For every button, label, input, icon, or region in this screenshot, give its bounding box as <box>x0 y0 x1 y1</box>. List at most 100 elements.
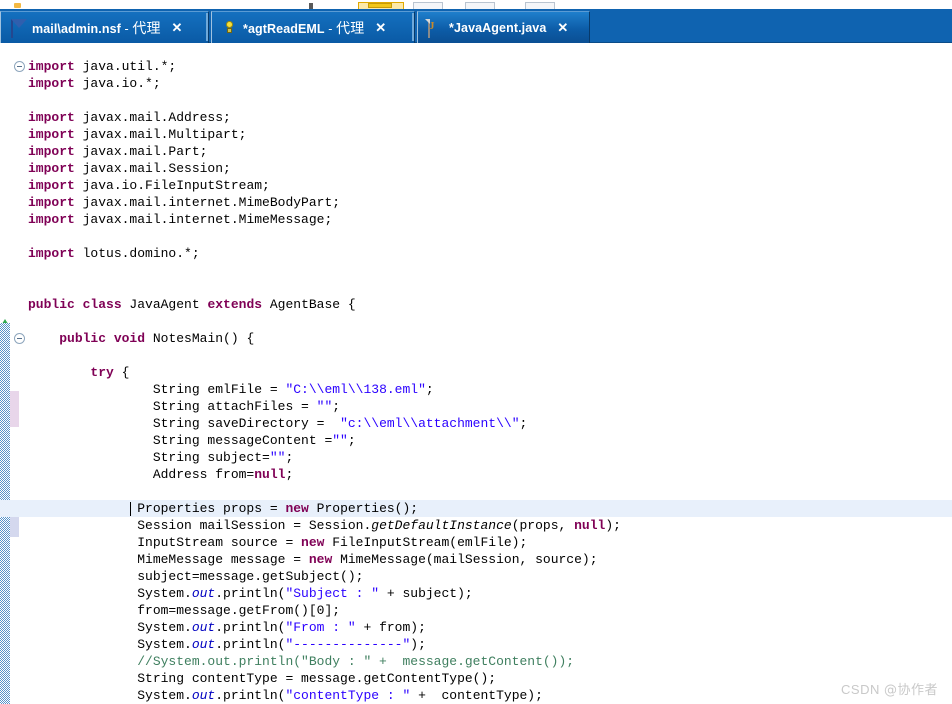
code-token-plain: javax.mail.Address; <box>74 110 231 125</box>
code-line-text: import java.io.FileInputStream; <box>28 177 270 194</box>
code-line[interactable]: import javax.mail.Address; <box>0 109 952 126</box>
code-token-kw: public class <box>28 297 122 312</box>
code-line[interactable] <box>0 279 952 296</box>
code-token-plain: MimeMessage(mailSession, source); <box>332 552 598 567</box>
code-line[interactable]: public class JavaAgent extends AgentBase… <box>0 296 952 313</box>
code-token-kw: import <box>28 212 75 227</box>
code-line-text: System.out.println("--------------"); <box>28 636 426 653</box>
code-line-text: import javax.mail.Session; <box>28 160 231 177</box>
code-line[interactable] <box>0 313 952 330</box>
code-token-plain: ; <box>425 382 434 397</box>
code-token-plain: NotesMain() { <box>145 331 255 346</box>
code-line-text: public class JavaAgent extends AgentBase… <box>28 296 356 313</box>
toolbar-button-fragment-3[interactable] <box>413 2 443 9</box>
code-line[interactable]: InputStream source = new FileInputStream… <box>0 534 952 551</box>
code-line[interactable]: from=message.getFrom()[0]; <box>0 602 952 619</box>
code-token-plain: .println( <box>215 637 286 652</box>
code-line[interactable]: String saveDirectory = "c:\\eml\\attachm… <box>0 415 952 432</box>
code-line[interactable]: System.out.println("From : " + from); <box>0 619 952 636</box>
code-line[interactable]: import java.io.*; <box>0 75 952 92</box>
code-line[interactable]: public void NotesMain() { <box>0 330 952 347</box>
code-token-plain: Properties props = <box>28 501 286 516</box>
code-line[interactable]: String messageContent =""; <box>0 432 952 449</box>
code-line[interactable]: System.out.println("--------------"); <box>0 636 952 653</box>
tab-close-button[interactable]: ✕ <box>375 21 386 34</box>
code-editor[interactable]: import java.util.*; import java.io.*; imp… <box>0 43 952 704</box>
code-line-text: public void NotesMain() { <box>28 330 254 347</box>
code-token-plain: String attachFiles = <box>28 399 317 414</box>
code-line[interactable]: String emlFile = "C:\\eml\\138.eml"; <box>0 381 952 398</box>
code-line[interactable]: import java.io.FileInputStream; <box>0 177 952 194</box>
tab-label: *agtReadEML - 代理 <box>243 20 365 37</box>
code-line[interactable]: import javax.mail.Session; <box>0 160 952 177</box>
code-line-text: String contentType = message.getContentT… <box>28 670 496 687</box>
code-token-plain: ; <box>285 467 294 482</box>
tab-agtreademl[interactable]: *agtReadEML - 代理 ✕ <box>211 11 415 43</box>
code-line-text: InputStream source = new FileInputStream… <box>28 534 527 551</box>
code-token-plain: System. <box>28 637 192 652</box>
toolbar-button-selected[interactable] <box>358 2 404 9</box>
code-line[interactable]: subject=message.getSubject(); <box>0 568 952 585</box>
code-token-plain: Address from= <box>28 467 255 482</box>
code-token-statfld: out <box>191 637 216 652</box>
code-token-kw: import <box>28 110 75 125</box>
code-line[interactable]: import javax.mail.internet.MimeBodyPart; <box>0 194 952 211</box>
tab-close-button[interactable]: ✕ <box>172 21 183 34</box>
code-line-text: System.out.println("Subject : " + subjec… <box>28 585 473 602</box>
code-line[interactable]: Session mailSession = Session.getDefault… <box>0 517 952 534</box>
code-line-text: import javax.mail.Part; <box>28 143 207 160</box>
code-token-plain: String emlFile = <box>28 382 286 397</box>
code-line[interactable]: import lotus.domino.*; <box>0 245 952 262</box>
code-token-kw: try <box>90 365 114 380</box>
toolbar-button-fragment-4[interactable] <box>465 2 495 9</box>
code-token-plain: javax.mail.Part; <box>74 144 208 159</box>
code-token-plain: String messageContent = <box>28 433 333 448</box>
code-line-text: System.out.println("From : " + from); <box>28 619 426 636</box>
code-line[interactable]: try { <box>0 364 952 381</box>
code-token-plain: System. <box>28 586 192 601</box>
code-line[interactable]: String subject=""; <box>0 449 952 466</box>
code-token-kw: import <box>28 246 75 261</box>
code-token-kw: new <box>308 552 333 567</box>
toolbar-strip <box>0 0 952 9</box>
code-line[interactable]: import java.util.*; <box>0 58 952 75</box>
toolbar-button-fragment-5[interactable] <box>525 2 555 9</box>
code-token-plain: .println( <box>215 586 286 601</box>
code-token-plain: javax.mail.Multipart; <box>74 127 247 142</box>
code-line[interactable]: MimeMessage message = new MimeMessage(ma… <box>0 551 952 568</box>
code-line[interactable]: Address from=null; <box>0 466 952 483</box>
code-token-kw: import <box>28 59 75 74</box>
code-token-plain: ; <box>347 433 356 448</box>
code-line[interactable]: String contentType = message.getContentT… <box>0 670 952 687</box>
code-line[interactable]: import javax.mail.internet.MimeMessage; <box>0 211 952 228</box>
code-line[interactable]: String attachFiles = ""; <box>0 398 952 415</box>
code-line[interactable]: System.out.println("contentType : " + co… <box>0 687 952 704</box>
code-line-text: subject=message.getSubject(); <box>28 568 363 585</box>
code-line-text: System.out.println("contentType : " + co… <box>28 687 543 704</box>
code-line[interactable]: import javax.mail.Multipart; <box>0 126 952 143</box>
code-line[interactable] <box>0 262 952 279</box>
code-line[interactable] <box>0 92 952 109</box>
code-line[interactable] <box>0 483 952 500</box>
tab-close-button[interactable]: ✕ <box>557 21 568 34</box>
tab-mail-admin-nsf[interactable]: mail\admin.nsf - 代理 ✕ <box>0 11 209 43</box>
code-token-plain: ; <box>519 416 528 431</box>
code-line[interactable] <box>0 228 952 245</box>
code-token-plain: .println( <box>215 620 286 635</box>
code-token-str: "C:\\eml\\138.eml" <box>285 382 426 397</box>
envelope-icon <box>11 19 26 38</box>
code-line[interactable] <box>0 347 952 364</box>
tab-javaagent-java[interactable]: *JavaAgent.java ✕ <box>417 11 590 43</box>
code-token-plain: AgentBase { <box>262 297 356 312</box>
code-text-area[interactable]: import java.util.*; import java.io.*; imp… <box>0 43 952 704</box>
code-line[interactable]: System.out.println("Subject : " + subjec… <box>0 585 952 602</box>
code-line[interactable]: Properties props = new Properties(); <box>0 500 952 517</box>
code-line[interactable]: import javax.mail.Part; <box>0 143 952 160</box>
tab-separator <box>206 13 208 41</box>
toolbar-icon-fragment-1[interactable] <box>14 3 21 8</box>
code-line[interactable]: //System.out.println("Body : " + message… <box>0 653 952 670</box>
